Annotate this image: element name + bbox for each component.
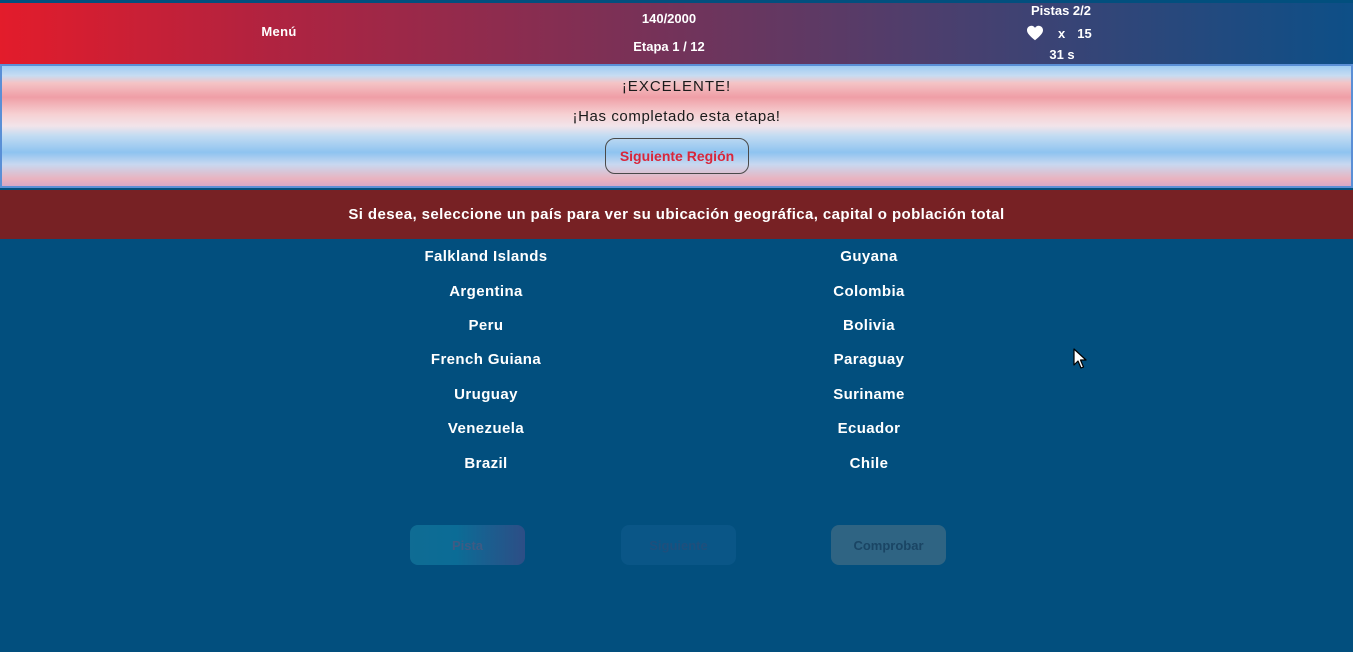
instruction-bar: Si desea, seleccione un país para ver su… [0, 190, 1353, 239]
country-item[interactable]: Argentina [386, 283, 586, 300]
country-item[interactable]: Chile [769, 455, 969, 472]
banner-title: ¡EXCELENTE! [621, 78, 732, 95]
stage-indicator: Etapa 1 / 12 [633, 39, 705, 54]
top-bar: Menú 140/2000 Etapa 1 / 12 Pistas 2/2 x … [0, 3, 1353, 64]
country-item[interactable]: Guyana [769, 248, 969, 265]
lives-multiplier: x [1058, 25, 1066, 41]
check-button[interactable]: Comprobar [831, 525, 946, 565]
hints-counter: Pistas 2/2 [1031, 3, 1091, 18]
country-item[interactable]: Suriname [769, 386, 969, 403]
next-button[interactable]: Siguiente [621, 525, 736, 565]
mouse-cursor-icon [1073, 348, 1087, 369]
country-item[interactable]: Uruguay [386, 386, 586, 403]
lives-counter: x 15 [1026, 25, 1092, 41]
banner-subtitle: ¡Has completado esta etapa! [572, 108, 781, 125]
country-item[interactable]: Paraguay [769, 351, 969, 368]
country-item[interactable]: Falkland Islands [386, 248, 586, 265]
country-item[interactable]: Peru [386, 317, 586, 334]
country-item[interactable]: Colombia [769, 283, 969, 300]
heart-icon [1027, 25, 1043, 41]
timer: 31 s [1049, 47, 1075, 62]
country-item[interactable]: Brazil [386, 455, 586, 472]
next-region-button[interactable]: Siguiente Región [605, 138, 749, 174]
hint-button[interactable]: Pista [410, 525, 525, 565]
country-item[interactable]: Venezuela [386, 420, 586, 437]
stage-complete-banner: ¡EXCELENTE! ¡Has completado esta etapa! … [0, 64, 1353, 188]
country-item[interactable]: Ecuador [769, 420, 969, 437]
score-display: 140/2000 [641, 11, 697, 26]
menu-button[interactable]: Menú [243, 24, 315, 39]
lives-count: 15 [1077, 25, 1092, 41]
country-item[interactable]: French Guiana [386, 351, 586, 368]
country-item[interactable]: Bolivia [769, 317, 969, 334]
